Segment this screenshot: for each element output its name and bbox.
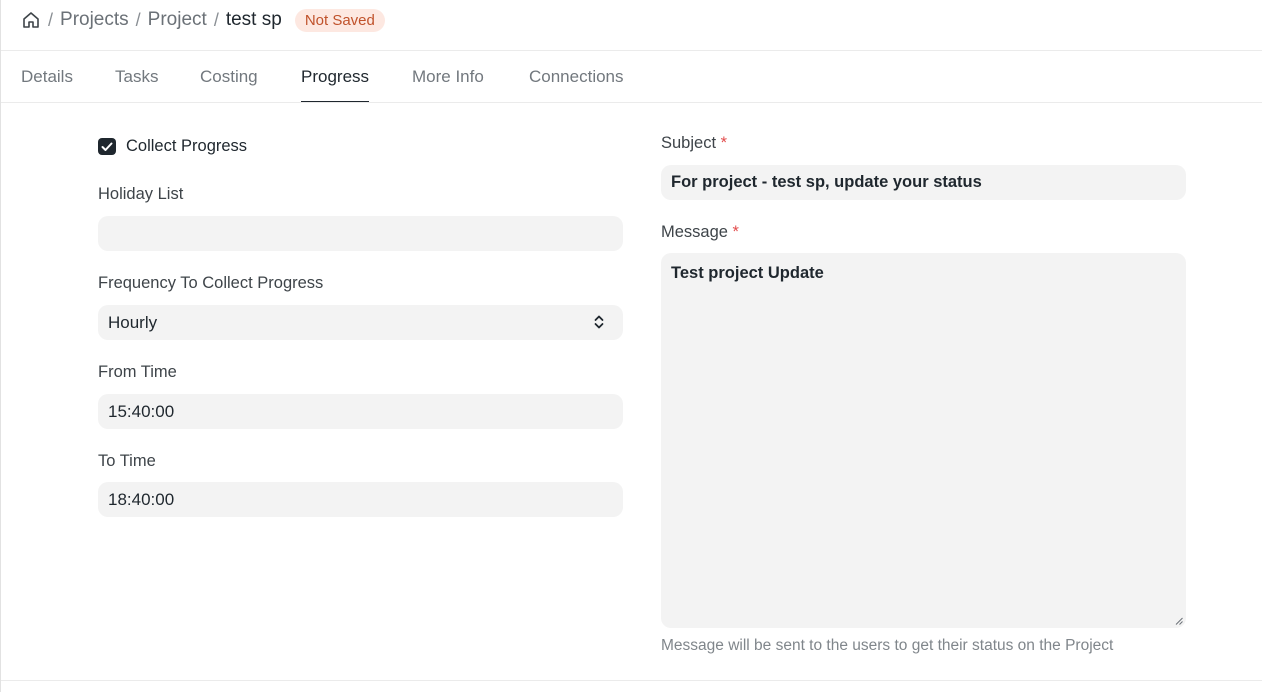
form-tabs: Details Tasks Costing Progress More Info… [1,51,1262,103]
breadcrumb-separator: / [48,9,54,30]
breadcrumb-projects[interactable]: Projects [60,9,129,31]
home-icon[interactable] [21,10,41,30]
breadcrumb-separator: / [213,9,219,30]
to-time-label: To Time [98,452,156,470]
breadcrumb-separator: / [135,9,141,30]
page-header: / Projects / Project / test sp Not Saved [1,0,1262,51]
holiday-list-input[interactable] [98,216,623,251]
tab-details[interactable]: Details [21,51,73,102]
divider [1,680,1262,681]
message-textarea[interactable]: Test project Update [661,253,1186,628]
tab-tasks[interactable]: Tasks [115,51,158,102]
resize-grip-icon[interactable] [1175,617,1183,625]
message-help-text: Message will be sent to the users to get… [661,637,1114,654]
subject-input[interactable]: For project - test sp, update your statu… [661,165,1186,200]
tab-progress[interactable]: Progress [301,51,370,102]
breadcrumb-project[interactable]: Project [148,9,207,31]
breadcrumb: / Projects / Project / test sp Not Saved [21,6,385,34]
from-time-input[interactable]: 15:40:00 [98,394,623,429]
check-icon [101,142,113,151]
frequency-select[interactable]: Hourly [98,305,623,340]
page-title: test sp [225,9,282,30]
tab-connections[interactable]: Connections [529,51,624,102]
collect-progress-checkbox[interactable] [98,138,116,155]
frequency-label: Frequency To Collect Progress [98,274,324,292]
to-time-input[interactable]: 18:40:00 [98,482,623,517]
tab-more-info[interactable]: More Info [412,51,484,102]
subject-label: Subject * [661,134,727,153]
required-mark: * [720,134,728,152]
required-mark: * [732,223,739,241]
message-label: Message * [661,223,739,242]
message-label-text: Message [661,223,728,241]
tab-costing[interactable]: Costing [200,51,258,102]
message-text: Test project Update [671,264,824,282]
select-arrows-icon [594,315,604,329]
from-time-label: From Time [98,363,177,381]
status-badge: Not Saved [294,8,385,32]
subject-label-text: Subject [661,134,717,152]
frequency-value: Hourly [108,312,158,332]
holiday-list-label: Holiday List [98,185,184,203]
collect-progress-label: Collect Progress [126,137,248,155]
project-form-page: / Projects / Project / test sp Not Saved… [0,0,1262,692]
